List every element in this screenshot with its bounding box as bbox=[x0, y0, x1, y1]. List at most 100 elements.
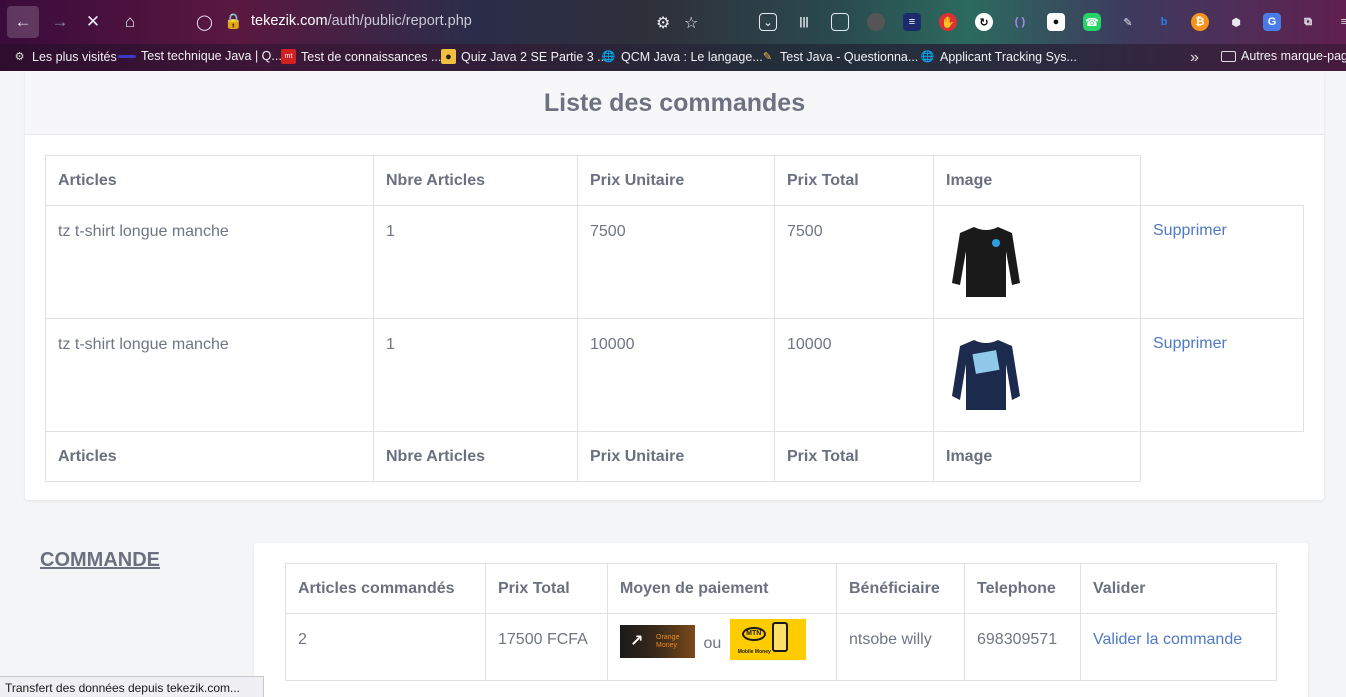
url-host: tekezik.com bbox=[251, 13, 328, 29]
bookmark-label: Quiz Java 2 SE Partie 3 ... bbox=[461, 49, 608, 64]
orange-money-text: Orange Money bbox=[656, 634, 680, 649]
pocket-icon[interactable]: ⌄ bbox=[750, 7, 786, 37]
column-header: Bénéficiaire bbox=[836, 563, 965, 614]
page-title: Liste des commandes bbox=[543, 89, 806, 117]
extensions-icon[interactable]: ⧉ bbox=[1290, 7, 1326, 37]
other-bookmarks-folder[interactable]: Autres marque-pages bbox=[1221, 49, 1346, 63]
bookmark-label: Test de connaissances ... bbox=[301, 49, 442, 64]
payment-cell: ↗ Orange Money ou MTN Mobile Money bbox=[607, 613, 837, 681]
gear-icon: ⚙ bbox=[14, 51, 25, 63]
bookmarks-overflow-button[interactable]: » bbox=[1190, 49, 1199, 67]
orange-money-logo[interactable]: ↗ Orange Money bbox=[620, 625, 695, 658]
article-cell: tz t-shirt longue manche bbox=[45, 205, 374, 319]
red-ext-icon[interactable]: ✋ bbox=[930, 7, 966, 37]
beneficiary-cell: ntsobe willy bbox=[836, 613, 965, 681]
bookmark-label: Test Java - Questionna... bbox=[780, 49, 919, 64]
bing-icon[interactable]: b bbox=[1146, 7, 1182, 37]
forward-button[interactable]: → bbox=[44, 6, 76, 38]
status-bar: Transfert des données depuis tekezik.com… bbox=[0, 676, 264, 697]
bookmark-star-icon[interactable]: ☆ bbox=[684, 13, 698, 33]
bookmark-item[interactable]: ⚙ Les plus visités bbox=[12, 49, 117, 64]
quiz-favicon-icon: ● bbox=[441, 49, 456, 64]
column-footer: Prix Total bbox=[774, 431, 934, 482]
bug-icon[interactable]: ⚙ bbox=[656, 13, 670, 33]
bookmark-item[interactable]: ✎ Test Java - Questionna... bbox=[760, 49, 918, 64]
reader-icon[interactable] bbox=[822, 7, 858, 37]
column-header: Moyen de paiement bbox=[607, 563, 837, 614]
or-text: ou bbox=[703, 634, 722, 652]
avatar-icon[interactable] bbox=[858, 7, 894, 37]
translate-icon[interactable]: G bbox=[1254, 7, 1290, 37]
qty-cell: 1 bbox=[373, 205, 578, 319]
bitcoin-icon[interactable]: ₿ bbox=[1182, 7, 1218, 37]
empty-header-cell bbox=[1140, 155, 1304, 206]
lock-icon[interactable]: 🔒 bbox=[224, 12, 243, 30]
orders-table: Articles Nbre Articles Prix Unitaire Pri… bbox=[45, 155, 1304, 482]
bookmark-label: Les plus visités bbox=[32, 49, 117, 64]
table-footer-row: Articles Nbre Articles Prix Unitaire Pri… bbox=[45, 431, 1304, 482]
delete-link[interactable]: Supprimer bbox=[1153, 335, 1227, 352]
whatsapp-icon[interactable]: ☎ bbox=[1074, 7, 1110, 37]
list-icon[interactable]: ≡ bbox=[894, 7, 930, 37]
total-cell: 17500 FCFA bbox=[485, 613, 608, 681]
table-row: tz t-shirt longue manche 1 10000 10000 S… bbox=[45, 318, 1304, 432]
arrow-right-icon: → bbox=[51, 12, 69, 31]
back-button[interactable]: ← bbox=[7, 6, 39, 38]
mtn-mobile-money-logo[interactable]: MTN Mobile Money bbox=[729, 619, 806, 660]
action-cell: Supprimer bbox=[1140, 318, 1304, 432]
address-bar[interactable]: ◯ 🔒 tekezik.com/auth/public/report.php ⚙… bbox=[190, 7, 720, 37]
pen-icon[interactable]: ✎ bbox=[1110, 7, 1146, 37]
menu-icon[interactable]: ≡ bbox=[1326, 7, 1346, 37]
table-header-row: Articles Nbre Articles Prix Unitaire Pri… bbox=[45, 155, 1304, 206]
sync-icon[interactable]: ↻ bbox=[966, 7, 1002, 37]
column-header: Valider bbox=[1080, 563, 1277, 614]
column-header: Image bbox=[933, 155, 1141, 206]
image-cell bbox=[933, 205, 1141, 319]
globe-icon: 🌐 bbox=[920, 51, 935, 63]
home-button[interactable]: ⌂ bbox=[114, 6, 146, 38]
commande-heading: COMMANDE bbox=[40, 549, 160, 571]
column-header: Articles bbox=[45, 155, 374, 206]
column-header: Prix Total bbox=[774, 155, 934, 206]
library-icon[interactable]: ||| bbox=[786, 7, 822, 37]
article-cell: tz t-shirt longue manche bbox=[45, 318, 374, 432]
image-cell bbox=[933, 318, 1141, 432]
qty-cell: 1 bbox=[373, 318, 578, 432]
bookmark-item[interactable]: mt Test de connaissances ... bbox=[281, 49, 441, 64]
commande-table: Articles commandés Prix Total Moyen de p… bbox=[285, 563, 1277, 681]
lock-ext-icon[interactable]: ● bbox=[1038, 7, 1074, 37]
bookmark-item[interactable]: 🌐 QCM Java : Le langage... bbox=[601, 49, 763, 64]
stop-button[interactable]: ✕ bbox=[77, 6, 109, 38]
bookmark-item[interactable]: 🌐 Applicant Tracking Sys... bbox=[920, 49, 1077, 64]
validate-order-link[interactable]: Valider la commande bbox=[1093, 631, 1242, 648]
phone-cell: 698309571 bbox=[964, 613, 1081, 681]
column-footer: Articles bbox=[45, 431, 374, 482]
bookmarks-bar: ⚙ Les plus visités Test technique Java | … bbox=[0, 44, 1346, 71]
extensions-row: ⌄ ||| ≡ ✋ ↻ ( ) ● ☎ ✎ b ₿ ⬢ G ⧉ ≡ bbox=[750, 7, 1346, 37]
column-header: Nbre Articles bbox=[373, 155, 578, 206]
bookmark-item[interactable]: Test technique Java | Q... bbox=[118, 49, 282, 63]
orders-card-header: Liste des commandes bbox=[25, 71, 1324, 135]
browser-toolbar: ← → ✕ ⌂ ◯ 🔒 tekezik.com/auth/public/repo… bbox=[0, 0, 1346, 44]
total-cell: 10000 bbox=[774, 318, 934, 432]
empty-footer-cell bbox=[1140, 431, 1304, 482]
bookmark-item[interactable]: ● Quiz Java 2 SE Partie 3 ... bbox=[441, 49, 608, 64]
brackets-icon[interactable]: ( ) bbox=[1002, 7, 1038, 37]
column-header: Prix Unitaire bbox=[577, 155, 775, 206]
column-footer: Prix Unitaire bbox=[577, 431, 775, 482]
url-text[interactable]: tekezik.com/auth/public/report.php bbox=[251, 13, 472, 29]
column-footer: Nbre Articles bbox=[373, 431, 578, 482]
black-longsleeve-shirt-image bbox=[952, 227, 1020, 297]
tracking-shield-icon[interactable]: ◯ bbox=[196, 13, 214, 31]
globe-icon: 🌐 bbox=[601, 51, 616, 63]
table-row: 2 17500 FCFA ↗ Orange Money ou MTN Mobil… bbox=[285, 613, 1277, 681]
site-favicon-icon: mt bbox=[281, 49, 296, 64]
column-footer: Image bbox=[933, 431, 1141, 482]
delete-link[interactable]: Supprimer bbox=[1153, 222, 1227, 239]
commande-card: Articles commandés Prix Total Moyen de p… bbox=[254, 543, 1308, 697]
bookmark-label: Autres marque-pages bbox=[1241, 49, 1346, 63]
count-cell: 2 bbox=[285, 613, 486, 681]
home-icon: ⌂ bbox=[124, 12, 136, 31]
arrow-logo-icon: ↗ bbox=[630, 633, 644, 650]
shield-ext-icon[interactable]: ⬢ bbox=[1218, 7, 1254, 37]
